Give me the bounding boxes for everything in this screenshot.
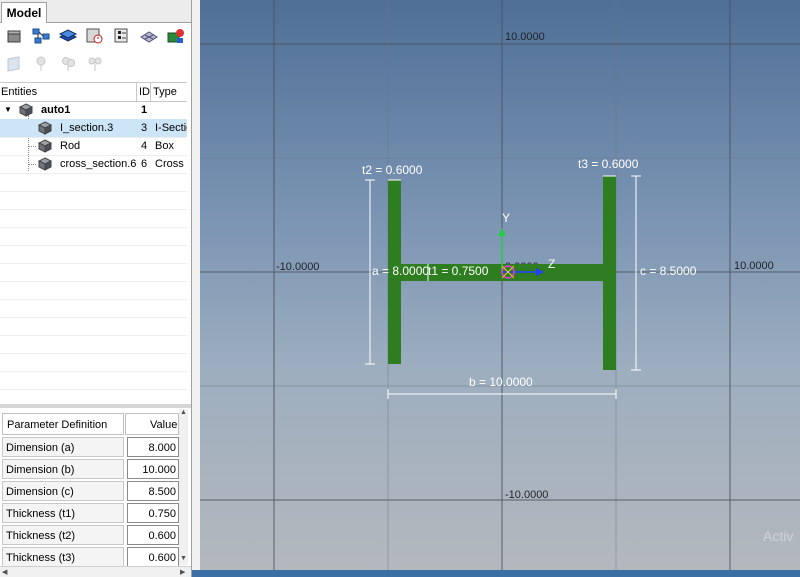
axis-label-y: Y [502, 211, 510, 225]
tree-header: Entities ID Type [0, 82, 187, 102]
dim-label-t1: t1 = 0.7500 [428, 264, 489, 278]
box-icon[interactable] [3, 25, 25, 47]
empty-row [0, 299, 187, 318]
dimension-lines [365, 175, 641, 399]
header-parameter-definition: Parameter Definition [2, 413, 124, 435]
config-icon[interactable] [111, 25, 133, 47]
tree-row-id: 6 [141, 158, 148, 170]
grid [200, 0, 800, 570]
tree-row-cross-section[interactable]: cross_section.6 6 Cross [0, 155, 187, 174]
scroll-right-arrow-icon[interactable]: ▶ [180, 568, 185, 576]
model-icon [19, 103, 33, 117]
network-icon[interactable] [30, 25, 52, 47]
tree-row-type: Cross [155, 158, 184, 170]
vertical-scrollbar[interactable]: ▲ ▼ [179, 409, 188, 565]
grid-label-top: 10.0000 [505, 31, 545, 43]
param-input-dimension-a[interactable]: 8.000 [127, 437, 179, 457]
empty-row [0, 227, 187, 246]
param-label-thickness-t3: Thickness (t3) [2, 547, 124, 567]
browser-toolbar [0, 23, 191, 79]
empty-row [0, 353, 187, 372]
parameter-table: Parameter Definition Value Dimension (a)… [0, 409, 187, 567]
tree-row-rod[interactable]: Rod 4 Box [0, 137, 187, 156]
tree-row-label: I_section.3 [60, 122, 114, 134]
entity-tree: ▼ auto1 1 I_section.3 3 I-Section Rod 4 … [0, 101, 187, 401]
tab-model[interactable]: Model [1, 2, 47, 23]
dim-label-c: c = 8.5000 [640, 264, 697, 278]
column-id[interactable]: ID [136, 83, 150, 101]
tree-row-type: I-Section [155, 122, 187, 134]
param-input-dimension-c[interactable]: 8.500 [127, 481, 179, 501]
param-label-dimension-c: Dimension (c) [2, 481, 124, 501]
dim-label-t2: t2 = 0.6000 [362, 163, 423, 177]
param-input-thickness-t2[interactable]: 0.600 [127, 525, 179, 545]
collapse-triangle-icon[interactable]: ▼ [4, 101, 12, 119]
plane-icon [3, 53, 25, 75]
param-label-dimension-a: Dimension (a) [2, 437, 124, 457]
dim-label-b: b = 10.0000 [469, 375, 533, 389]
empty-row [0, 281, 187, 300]
pin-set-icon [84, 53, 106, 75]
param-label-dimension-b: Dimension (b) [2, 459, 124, 479]
grid-label-left: -10.0000 [276, 261, 319, 273]
y-axis-arrow-icon [498, 228, 506, 236]
empty-row [0, 191, 187, 210]
tree-row-id: 1 [141, 104, 148, 116]
empty-row [0, 263, 187, 282]
layers-icon[interactable] [57, 25, 79, 47]
tree-row-type: Box [155, 140, 174, 152]
tree-row-auto1[interactable]: ▼ auto1 1 [0, 101, 187, 120]
param-input-thickness-t1[interactable]: 0.750 [127, 503, 179, 523]
header-value: Value [125, 413, 179, 435]
tree-row-id: 3 [141, 122, 148, 134]
dim-label-a: a = 8.0000 [372, 264, 429, 278]
param-input-dimension-b[interactable]: 10.000 [127, 459, 179, 479]
section-icon [38, 139, 52, 153]
status-strip [192, 570, 800, 577]
grid-label-right: 10.0000 [734, 260, 774, 272]
pin-icon [30, 53, 52, 75]
empty-row [0, 371, 187, 390]
empty-row [0, 317, 187, 336]
element-clock-icon[interactable] [84, 25, 106, 47]
mesh-icon[interactable] [138, 25, 160, 47]
empty-row [0, 245, 187, 264]
dim-label-t3: t3 = 0.6000 [578, 157, 639, 171]
axis-label-z: Z [548, 257, 555, 271]
param-input-thickness-t3[interactable]: 0.600 [127, 547, 179, 567]
section-drawing: 10.0000 -10.0000 10.0000 -10.0000 0.0000 [200, 0, 800, 570]
empty-row [0, 173, 187, 192]
tree-row-label: Rod [60, 140, 81, 152]
color-icon[interactable] [165, 25, 187, 47]
viewport-frame: 10.0000 -10.0000 10.0000 -10.0000 0.0000 [192, 0, 800, 577]
graphics-viewport[interactable]: 10.0000 -10.0000 10.0000 -10.0000 0.0000 [200, 0, 800, 570]
column-type[interactable]: Type [150, 83, 177, 101]
empty-row [0, 209, 187, 228]
tree-row-label: auto1 [41, 104, 71, 116]
tab-bar: Model [0, 0, 191, 23]
grid-label-bottom: -10.0000 [505, 489, 548, 501]
section-icon [38, 157, 52, 171]
param-label-thickness-t2: Thickness (t2) [2, 525, 124, 545]
scroll-up-arrow-icon[interactable]: ▲ [180, 409, 187, 416]
horizontal-scrollbar[interactable]: ◀ ▶ [0, 566, 191, 577]
watermark-text: Activ [763, 528, 793, 544]
tree-row-i-section[interactable]: I_section.3 3 I-Section [0, 119, 187, 138]
empty-row [0, 335, 187, 354]
pin-group-icon [57, 53, 79, 75]
panel-splitter[interactable] [0, 404, 191, 408]
section-icon [38, 121, 52, 135]
tree-row-label: cross_section.6 [60, 158, 137, 170]
scroll-down-arrow-icon[interactable]: ▼ [180, 555, 187, 562]
scroll-left-arrow-icon[interactable]: ◀ [2, 568, 7, 576]
right-flange [603, 176, 616, 370]
tree-row-id: 4 [141, 140, 148, 152]
model-browser-panel: Model Entities ID Type ▼ auto1 1 I_secti… [0, 0, 192, 577]
minor-grid [200, 0, 800, 570]
column-entities[interactable]: Entities [1, 83, 37, 101]
param-label-thickness-t1: Thickness (t1) [2, 503, 124, 523]
